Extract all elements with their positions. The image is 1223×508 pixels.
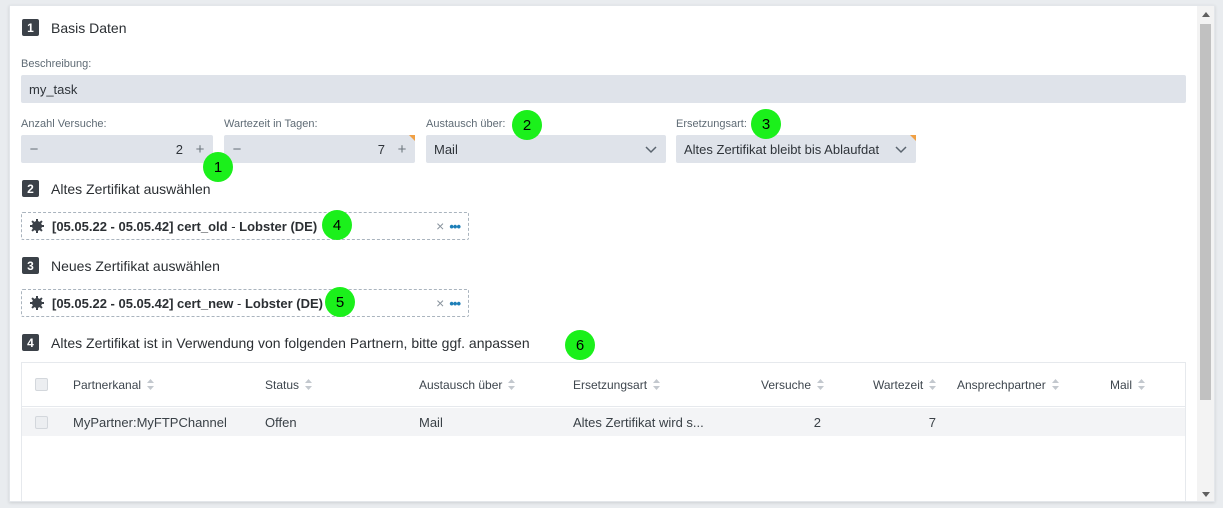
col-wartezeit[interactable]: Wartezeit (873, 363, 937, 406)
annotation-marker: 3 (751, 109, 781, 139)
more-icon[interactable]: ••• (449, 219, 461, 234)
close-icon[interactable]: × (436, 295, 444, 311)
wartezeit-stepper[interactable]: − 7 + (224, 135, 415, 163)
versuche-plus-button[interactable]: + (193, 141, 207, 158)
col-mail[interactable]: Mail (1110, 363, 1146, 406)
chevron-down-icon (645, 146, 657, 154)
table-row[interactable]: MyPartner:MyFTPChannel Offen Mail Altes … (22, 408, 1185, 436)
section-number: 4 (22, 334, 39, 351)
sort-icon (1138, 379, 1146, 390)
col-ersetzungsart[interactable]: Ersetzungsart (573, 363, 661, 406)
section-partner-usage: 4 Altes Zertifikat ist in Verwendung von… (22, 334, 530, 351)
ersetzung-label: Ersetzungsart: (676, 118, 747, 130)
section-altes-zertifikat: 2 Altes Zertifikat auswählen (22, 180, 211, 197)
new-cert-selector[interactable]: [05.05.22 - 05.05.42] cert_new - Lobster… (21, 289, 469, 317)
wartezeit-value: 7 (377, 141, 385, 157)
partner-table: Partnerkanal Status Austausch über Erset… (21, 362, 1186, 501)
ersetzung-select[interactable]: Altes Zertifikat bleibt bis Ablaufdat (676, 135, 916, 163)
col-partnerkanal[interactable]: Partnerkanal (73, 363, 155, 406)
section-title: Basis Daten (51, 19, 127, 36)
annotation-marker: 4 (322, 210, 352, 240)
old-cert-label: [05.05.22 - 05.05.42] cert_old - Lobster… (52, 218, 318, 234)
section-title: Altes Zertifikat ist in Verwendung von f… (51, 334, 530, 351)
cell-versuche: 2 (813, 414, 821, 430)
cell-partnerkanal: MyPartner:MyFTPChannel (73, 414, 227, 430)
section-neues-zertifikat: 3 Neues Zertifikat auswählen (22, 257, 220, 274)
more-icon[interactable]: ••• (449, 296, 461, 311)
annotation-marker: 5 (325, 287, 355, 317)
old-cert-selector[interactable]: [05.05.22 - 05.05.42] cert_old - Lobster… (21, 212, 469, 240)
scroll-down-icon[interactable] (1202, 492, 1210, 497)
section-number: 2 (22, 180, 39, 197)
task-panel: 1 Basis Daten Beschreibung: my_task Anza… (9, 5, 1215, 502)
col-austausch[interactable]: Austausch über (419, 363, 516, 406)
chevron-down-icon (895, 146, 907, 154)
cell-ersetzungsart: Altes Zertifikat wird s... (573, 414, 704, 430)
changed-indicator (910, 135, 916, 141)
wartezeit-plus-button[interactable]: + (395, 141, 409, 158)
cell-status: Offen (265, 414, 297, 430)
new-cert-label: [05.05.22 - 05.05.42] cert_new - Lobster… (52, 295, 323, 311)
col-ansprechpartner[interactable]: Ansprechpartner (957, 363, 1059, 406)
section-number: 1 (22, 19, 39, 36)
sort-icon (508, 379, 516, 390)
austausch-value: Mail (434, 141, 458, 157)
austausch-select[interactable]: Mail (426, 135, 666, 163)
section-number: 3 (22, 257, 39, 274)
versuche-minus-button[interactable]: − (27, 141, 41, 158)
cell-austausch: Mail (419, 414, 443, 430)
sort-icon (1051, 379, 1059, 390)
annotation-marker: 1 (203, 152, 233, 182)
ersetzung-value: Altes Zertifikat bleibt bis Ablaufdat (684, 141, 880, 157)
versuche-label: Anzahl Versuche: (21, 118, 107, 130)
versuche-value: 2 (175, 141, 183, 157)
cell-wartezeit: 7 (928, 414, 936, 430)
certificate-seal-icon (30, 219, 44, 233)
changed-indicator (409, 135, 415, 141)
annotation-marker: 2 (512, 110, 542, 140)
table-header: Partnerkanal Status Austausch über Erset… (22, 363, 1185, 407)
vertical-scrollbar[interactable] (1197, 6, 1214, 501)
section-title: Neues Zertifikat auswählen (51, 257, 220, 274)
sort-icon (147, 379, 155, 390)
scrollbar-thumb[interactable] (1200, 24, 1211, 400)
row-checkbox[interactable] (35, 415, 48, 429)
scroll-up-icon[interactable] (1202, 12, 1210, 17)
sort-icon (929, 379, 937, 390)
section-basis-daten: 1 Basis Daten (22, 19, 126, 36)
sort-icon (653, 379, 661, 390)
austausch-label: Austausch über: (426, 118, 506, 130)
select-all-checkbox[interactable] (35, 378, 48, 391)
sort-icon (817, 379, 825, 390)
beschreibung-label: Beschreibung: (21, 58, 92, 70)
sort-icon (305, 379, 313, 390)
close-icon[interactable]: × (436, 218, 444, 234)
wartezeit-minus-button[interactable]: − (230, 141, 244, 158)
col-versuche[interactable]: Versuche (761, 363, 825, 406)
beschreibung-value: my_task (29, 81, 78, 97)
annotation-marker: 6 (565, 330, 595, 360)
beschreibung-input[interactable]: my_task (21, 75, 1186, 103)
col-status[interactable]: Status (265, 363, 313, 406)
task-form: 1 Basis Daten Beschreibung: my_task Anza… (10, 6, 1198, 501)
certificate-seal-icon (30, 296, 44, 310)
section-title: Altes Zertifikat auswählen (51, 180, 211, 197)
wartezeit-label: Wartezeit in Tagen: (224, 118, 318, 130)
versuche-stepper[interactable]: − 2 + (21, 135, 213, 163)
